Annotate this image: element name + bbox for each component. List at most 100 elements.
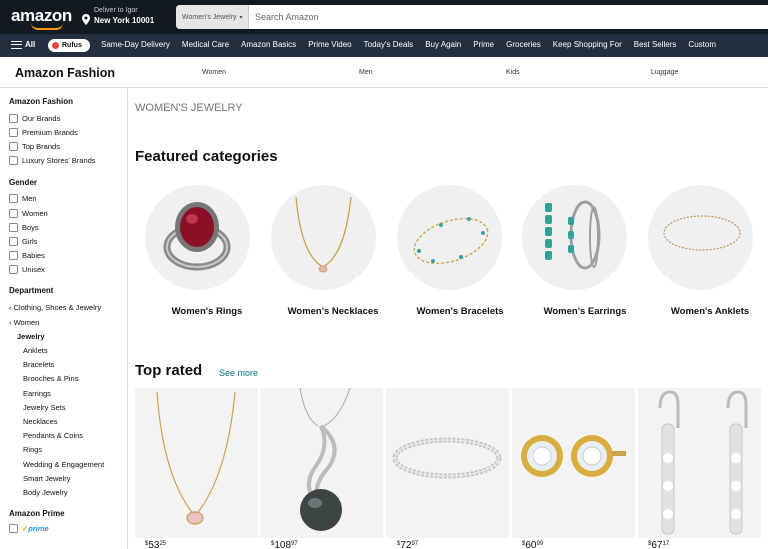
checkbox[interactable] — [9, 524, 18, 533]
checkbox[interactable] — [9, 114, 18, 123]
featured-categories-heading: Featured categories — [135, 148, 278, 165]
price-currency: $ — [397, 541, 401, 547]
price-fraction: 97 — [411, 541, 419, 547]
price-fraction: 17 — [662, 541, 670, 547]
checkbox-label: Boys — [22, 223, 39, 232]
nav-item[interactable]: Prime — [473, 40, 494, 49]
department-subcategory[interactable]: Bracelets — [23, 360, 54, 369]
department-subcategory[interactable]: Brooches & Pins — [23, 374, 78, 383]
product-card[interactable] — [135, 388, 258, 538]
category-label[interactable]: Women's Rings — [142, 306, 272, 317]
department-back-link[interactable]: ‹ Women — [9, 318, 39, 327]
category-tile-bracelets[interactable] — [397, 185, 502, 290]
deliver-to[interactable]: Deliver to Igor New York 10001 — [82, 7, 172, 29]
checkbox[interactable] — [9, 194, 18, 203]
all-menu-button[interactable]: All — [11, 40, 35, 49]
filter-checkbox[interactable]: Unisex — [9, 265, 45, 274]
amazon-logo[interactable]: amazon — [11, 6, 72, 30]
filter-checkbox[interactable]: Premium Brands — [9, 128, 78, 137]
category-tile-anklets[interactable] — [648, 185, 753, 290]
department-subcategory[interactable]: Smart Jewelry — [23, 474, 71, 483]
fashion-link-kids[interactable]: Kids — [506, 69, 520, 76]
product-price: $10897 — [271, 540, 298, 549]
product-card[interactable] — [512, 388, 635, 538]
all-label: All — [25, 40, 36, 49]
rufus-button[interactable]: Rufus — [48, 39, 90, 52]
filter-checkbox[interactable]: Top Brands — [9, 142, 60, 151]
checkbox[interactable] — [9, 209, 18, 218]
checkbox-label: Unisex — [22, 265, 45, 274]
deliver-location: New York 10001 — [94, 16, 155, 25]
department-subcategory[interactable]: Necklaces — [23, 417, 58, 426]
product-card[interactable] — [386, 388, 509, 538]
nav-item[interactable]: Best Sellers — [634, 40, 677, 49]
filter-checkbox[interactable]: Babies — [9, 251, 45, 260]
nav-item[interactable]: Groceries — [506, 40, 541, 49]
bracelet-image — [413, 217, 489, 265]
checkbox[interactable] — [9, 156, 18, 165]
category-tile-earrings[interactable] — [522, 185, 627, 290]
filter-heading: Gender — [9, 178, 38, 187]
nav-item[interactable]: Same-Day Delivery — [101, 40, 170, 49]
department-subcategory[interactable]: Rings — [23, 445, 42, 454]
filter-checkbox[interactable]: Our Brands — [9, 114, 60, 123]
nav-item[interactable]: Custom — [688, 40, 716, 49]
product-drop-earrings-image — [658, 390, 748, 535]
filter-heading: Amazon Prime — [9, 509, 65, 518]
filter-checkbox[interactable]: Men — [9, 194, 37, 203]
nav-item[interactable]: Buy Again — [425, 40, 461, 49]
checkbox[interactable] — [9, 251, 18, 260]
category-label[interactable]: Women's Necklaces — [268, 306, 398, 317]
back-link-label: Women — [13, 318, 40, 327]
product-card[interactable] — [260, 388, 383, 538]
price-whole: 67 — [651, 540, 663, 549]
department-back-link[interactable]: ‹ Clothing, Shoes & Jewelry — [9, 303, 101, 312]
checkbox[interactable] — [9, 128, 18, 137]
checkbox[interactable] — [9, 237, 18, 246]
category-tile-necklaces[interactable] — [271, 185, 376, 290]
department-subcategory[interactable]: Jewelry Sets — [23, 403, 66, 412]
price-whole: 108 — [274, 540, 292, 549]
product-card[interactable] — [638, 388, 761, 538]
department-subcategory[interactable]: Body Jewelry — [23, 488, 68, 497]
filter-checkbox[interactable]: Luxury Stores' Brands — [9, 156, 96, 165]
see-more-link[interactable]: See more — [219, 368, 258, 378]
fashion-link-men[interactable]: Men — [359, 69, 373, 76]
department-subcategory[interactable]: Wedding & Engagement — [23, 460, 104, 469]
department-subcategory[interactable]: Pendants & Coins — [23, 431, 83, 440]
logo-smile-icon — [31, 23, 63, 30]
price-fraction: 97 — [291, 541, 298, 547]
category-label[interactable]: Women's Anklets — [645, 306, 768, 317]
price-currency: $ — [648, 541, 652, 547]
department-current: Jewelry — [17, 332, 45, 341]
checkbox-label: Luxury Stores' Brands — [22, 156, 96, 165]
checkbox-label: Men — [22, 194, 37, 203]
department-subcategory[interactable]: Anklets — [23, 346, 48, 355]
checkbox[interactable] — [9, 142, 18, 151]
search-input[interactable] — [255, 5, 755, 29]
product-price: $6099 — [522, 540, 543, 549]
category-label[interactable]: Women's Bracelets — [395, 306, 525, 317]
checkbox[interactable] — [9, 265, 18, 274]
category-label[interactable]: Women's Earrings — [520, 306, 650, 317]
prime-filter-checkbox[interactable]: ✓prime — [9, 524, 49, 533]
filter-checkbox[interactable]: Girls — [9, 237, 37, 246]
nav-item[interactable]: Keep Shopping For — [553, 40, 622, 49]
filter-checkbox[interactable]: Boys — [9, 223, 39, 232]
hamburger-icon — [11, 40, 22, 49]
fashion-link-luggage[interactable]: Luggage — [651, 69, 678, 76]
category-tile-rings[interactable] — [145, 185, 250, 290]
nav-item[interactable]: Today's Deals — [364, 40, 414, 49]
back-link-label: Clothing, Shoes & Jewelry — [13, 303, 102, 312]
filter-checkbox[interactable]: Women — [9, 209, 48, 218]
search-category-select[interactable]: Women's Jewelry ▾ — [176, 5, 249, 29]
department-subcategory[interactable]: Earrings — [23, 389, 51, 398]
nav-item[interactable]: Medical Care — [182, 40, 229, 49]
necklace-image — [295, 196, 352, 273]
product-price: $5325 — [145, 540, 166, 549]
fashion-title[interactable]: Amazon Fashion — [15, 66, 115, 80]
nav-item[interactable]: Amazon Basics — [241, 40, 296, 49]
fashion-link-women[interactable]: Women — [202, 69, 226, 76]
checkbox[interactable] — [9, 223, 18, 232]
nav-item[interactable]: Prime Video — [308, 40, 351, 49]
